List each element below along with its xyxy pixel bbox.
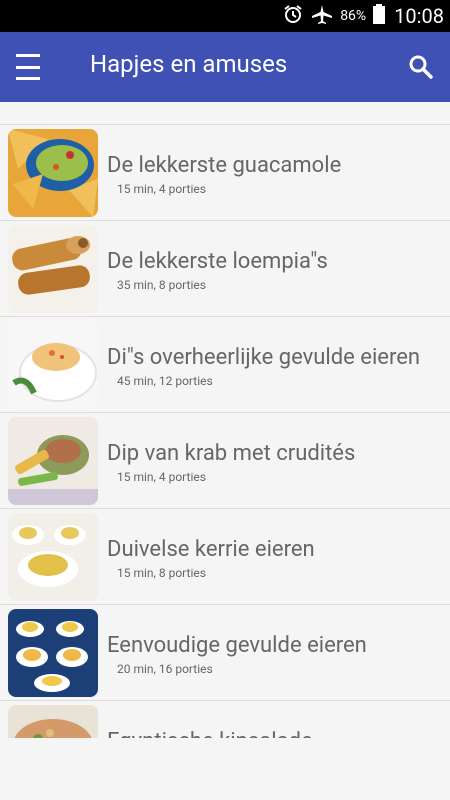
recipe-meta: 15 min, 4 porties — [117, 470, 206, 484]
recipe-title: De lekkerste loempia"s — [107, 249, 328, 274]
recipe-thumbnail — [8, 321, 98, 409]
battery-icon — [372, 3, 386, 29]
list-item[interactable]: De lekkerste guacamole 15 min, 4 porties — [0, 125, 450, 221]
search-icon[interactable] — [406, 52, 436, 82]
recipe-title: Duivelse kerrie eieren — [107, 537, 315, 562]
list-item[interactable]: Eenvoudige gevulde eieren 20 min, 16 por… — [0, 605, 450, 701]
status-icons: 86% 10:08 — [282, 0, 444, 32]
recipe-meta: 45 min, 12 porties — [117, 374, 213, 388]
recipe-thumbnail — [8, 705, 98, 739]
recipe-list[interactable]: De lekkerste guacamole 15 min, 4 porties… — [0, 124, 450, 739]
hamburger-menu-icon[interactable] — [16, 54, 46, 80]
airplane-mode-icon — [310, 3, 334, 29]
recipe-title: Dip van krab met crudités — [107, 441, 356, 466]
recipe-thumbnail — [8, 609, 98, 697]
recipe-thumbnail — [8, 417, 98, 505]
recipe-meta: 20 min, 16 porties — [117, 662, 213, 676]
recipe-meta: 15 min, 4 porties — [117, 182, 206, 196]
recipe-thumbnail — [8, 513, 98, 601]
recipe-meta: 35 min, 8 porties — [117, 278, 206, 292]
recipe-thumbnail — [8, 225, 98, 313]
list-item[interactable]: Egyptische kipsalade — [0, 701, 450, 739]
recipe-title: De lekkerste guacamole — [107, 153, 342, 178]
app-bar: Hapjes en amuses — [0, 32, 450, 102]
recipe-title: Eenvoudige gevulde eieren — [107, 633, 367, 658]
alarm-icon — [282, 3, 304, 29]
list-item[interactable]: De lekkerste loempia"s 35 min, 8 porties — [0, 221, 450, 317]
recipe-meta: 15 min, 8 porties — [117, 566, 206, 580]
battery-percentage: 86% — [340, 8, 367, 24]
status-time: 10:08 — [394, 4, 444, 28]
list-item[interactable]: Dip van krab met crudités 15 min, 4 port… — [0, 413, 450, 509]
page-title: Hapjes en amuses — [90, 50, 288, 78]
status-bar: 86% 10:08 — [0, 0, 450, 32]
empty-bottom-area — [0, 738, 450, 800]
recipe-title: Di"s overheerlijke gevulde eieren — [107, 345, 421, 370]
list-item[interactable]: Duivelse kerrie eieren 15 min, 8 porties — [0, 509, 450, 605]
list-item[interactable]: Di"s overheerlijke gevulde eieren 45 min… — [0, 317, 450, 413]
recipe-thumbnail — [8, 129, 98, 217]
